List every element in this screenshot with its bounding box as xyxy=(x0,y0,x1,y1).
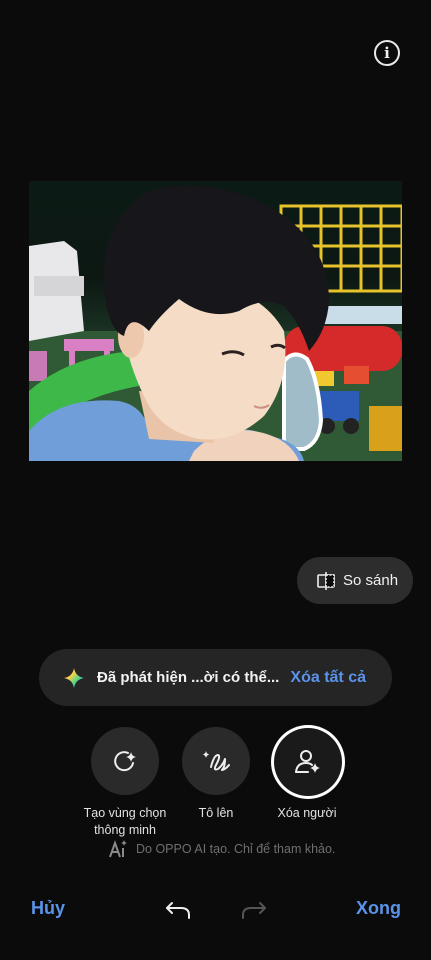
compare-split-icon xyxy=(317,571,335,590)
compare-button[interactable]: So sánh xyxy=(297,557,413,604)
done-button[interactable]: Xong xyxy=(356,898,401,919)
detection-message: Đã phát hiện ...ời có thể... xyxy=(97,669,280,686)
smart-select-icon xyxy=(114,751,136,772)
ai-disclaimer: Do OPPO AI tạo. Chỉ để tham khảo. xyxy=(108,840,335,858)
compare-label: So sánh xyxy=(343,572,399,589)
undo-icon xyxy=(166,902,190,919)
info-icon: i xyxy=(384,43,390,62)
brush-button[interactable] xyxy=(182,727,250,795)
undo-button[interactable] xyxy=(164,899,192,926)
clear-all-button[interactable]: Xóa tất cả xyxy=(290,669,366,687)
erase-person-label: Xóa người xyxy=(277,806,337,820)
erase-person-button[interactable] xyxy=(271,725,345,799)
info-button[interactable]: i xyxy=(374,40,400,66)
cancel-button[interactable]: Hủy xyxy=(31,898,65,919)
ai-badge-icon xyxy=(109,840,127,858)
tool-erase-person[interactable] xyxy=(271,725,345,799)
smart-select-button[interactable] xyxy=(91,727,159,795)
detection-banner: Đã phát hiện ...ời có thể... Xóa tất cả xyxy=(39,649,392,706)
tool-smart-select[interactable] xyxy=(91,727,159,795)
brush-icon xyxy=(202,751,230,771)
photo-canvas[interactable] xyxy=(29,181,402,461)
redo-button[interactable] xyxy=(240,899,268,926)
ai-sparkle-icon xyxy=(64,667,84,688)
photo-image xyxy=(29,185,402,461)
tool-brush[interactable] xyxy=(182,727,250,795)
disclaimer-text: Do OPPO AI tạo. Chỉ để tham khảo. xyxy=(136,842,336,856)
redo-icon xyxy=(242,902,266,919)
erase-person-icon xyxy=(295,750,320,773)
